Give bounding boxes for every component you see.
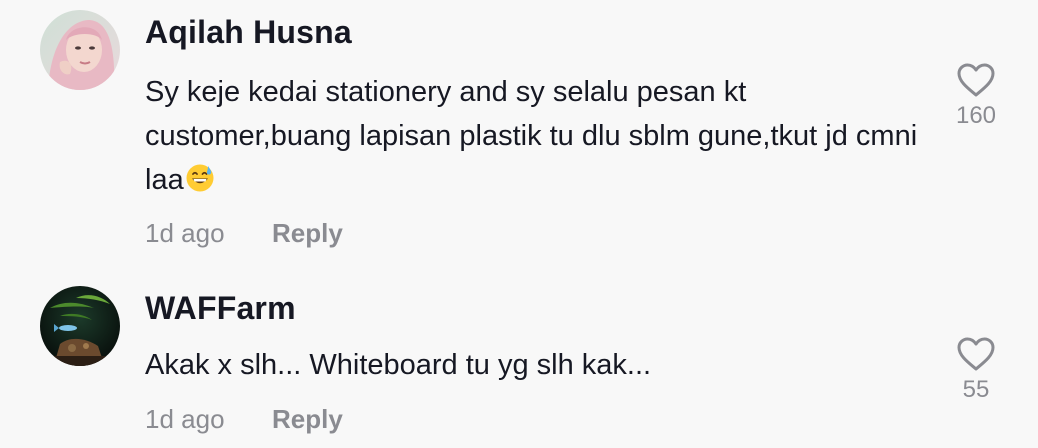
like-control: 160 bbox=[940, 62, 1012, 130]
comment-item: Aqilah Husna Sy keje kedai stationery an… bbox=[0, 0, 1038, 270]
grinning-face-with-sweat-icon bbox=[186, 164, 214, 192]
comment-meta: 1d ago Reply bbox=[145, 218, 343, 249]
heart-icon[interactable] bbox=[956, 62, 996, 98]
comment-text: Akak x slh... Whiteboard tu yg slh kak..… bbox=[145, 343, 935, 387]
avatar[interactable] bbox=[40, 286, 120, 366]
comment-meta: 1d ago Reply bbox=[145, 404, 343, 435]
reply-button[interactable]: Reply bbox=[272, 218, 343, 249]
like-control: 55 bbox=[940, 336, 1012, 404]
user-avatar-icon bbox=[40, 286, 120, 366]
comment-author[interactable]: WAFFarm bbox=[145, 290, 296, 327]
comment-text: Sy keje kedai stationery and sy selalu p… bbox=[145, 70, 935, 202]
comment-author[interactable]: Aqilah Husna bbox=[145, 14, 352, 51]
comment-text-content: Sy keje kedai stationery and sy selalu p… bbox=[145, 76, 918, 196]
heart-icon[interactable] bbox=[956, 336, 996, 372]
like-count: 160 bbox=[955, 102, 997, 129]
comment-item: WAFFarm Akak x slh... Whiteboard tu yg s… bbox=[0, 270, 1038, 448]
like-count: 55 bbox=[962, 376, 990, 403]
comment-time: 1d ago bbox=[145, 218, 225, 248]
avatar[interactable] bbox=[40, 10, 120, 90]
user-avatar-icon bbox=[40, 10, 120, 90]
comment-text-content: Akak x slh... Whiteboard tu yg slh kak..… bbox=[145, 349, 652, 381]
comment-time: 1d ago bbox=[145, 404, 225, 434]
reply-button[interactable]: Reply bbox=[272, 404, 343, 435]
